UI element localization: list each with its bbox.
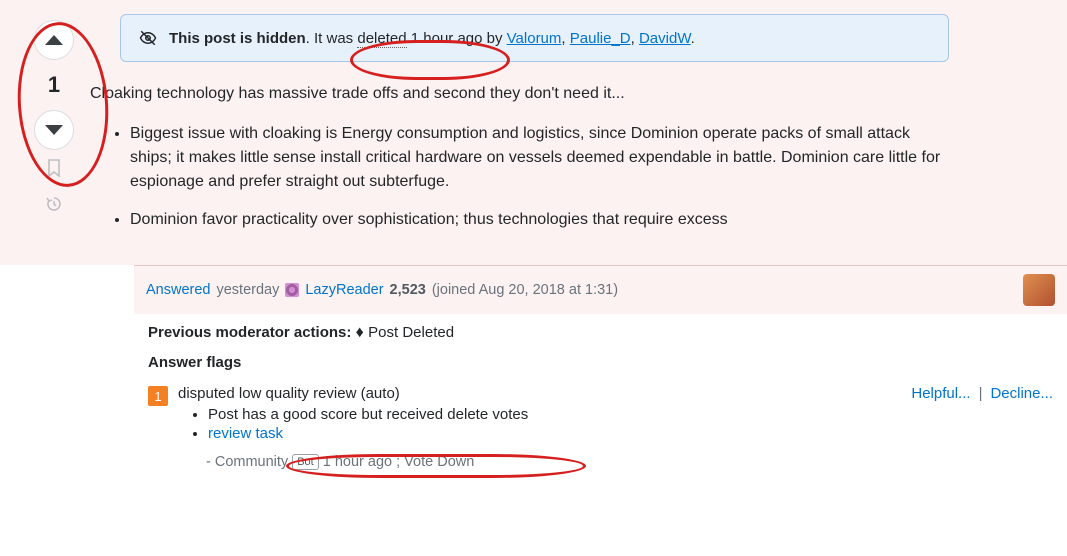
- answered-time: yesterday: [216, 282, 279, 298]
- vote-score: 1: [48, 72, 60, 98]
- moderator-actions-bar: Previous moderator actions: ♦ Post Delet…: [134, 314, 1067, 352]
- answer-body: Cloaking technology has massive trade of…: [90, 82, 949, 232]
- user-link[interactable]: DavidW: [639, 30, 691, 47]
- caret-up-icon: [45, 35, 63, 45]
- flag-row: 1 disputed low quality review (auto) Pos…: [148, 385, 1053, 470]
- user-reputation: 2,523: [390, 282, 426, 298]
- notice-text: This post is hidden. It was deleted 1 ho…: [169, 30, 695, 47]
- decline-button[interactable]: Decline...: [990, 385, 1053, 402]
- answered-label: Answered: [146, 282, 210, 298]
- review-task-link[interactable]: review task: [208, 425, 283, 442]
- user-avatar-icon[interactable]: [1023, 274, 1055, 306]
- flag-count-badge: 1: [148, 386, 168, 406]
- eye-off-icon: [139, 29, 157, 47]
- user-avatar-small-icon: [285, 283, 299, 297]
- flags-section: Answer flags 1 disputed low quality revi…: [134, 352, 1067, 484]
- user-link[interactable]: Valorum: [507, 30, 562, 47]
- upvote-button[interactable]: [34, 20, 74, 60]
- user-link[interactable]: Paulie_D: [570, 30, 631, 47]
- diamond-icon: ♦: [356, 324, 369, 341]
- answer-meta-bar: Answered yesterday LazyReader 2,523 (joi…: [134, 265, 1067, 314]
- bot-badge-icon: Bot: [292, 454, 319, 470]
- downvote-button[interactable]: [34, 110, 74, 150]
- caret-down-icon: [45, 125, 63, 135]
- bookmark-icon[interactable]: [45, 158, 63, 178]
- user-link[interactable]: LazyReader: [305, 282, 383, 298]
- post-hidden-notice: This post is hidden. It was deleted 1 ho…: [120, 14, 949, 62]
- vote-column: 1: [18, 14, 90, 246]
- user-joined: (joined Aug 20, 2018 at 1:31): [432, 282, 618, 298]
- lower-section: Answered yesterday LazyReader 2,523 (joi…: [0, 265, 1067, 484]
- flag-reason: disputed low quality review (auto): [178, 385, 400, 402]
- deleted-link[interactable]: deleted: [357, 30, 406, 48]
- flags-title: Answer flags: [148, 354, 1053, 371]
- flag-sub-reason: Post has a good score but received delet…: [208, 406, 891, 423]
- history-icon[interactable]: [44, 194, 64, 214]
- flag-author-line: - Community Bot 1 hour ago ; Vote Down: [178, 454, 891, 470]
- helpful-button[interactable]: Helpful...: [911, 385, 970, 402]
- deleted-post-panel: 1 This post is hidden. It was deleted 1 …: [0, 0, 1067, 265]
